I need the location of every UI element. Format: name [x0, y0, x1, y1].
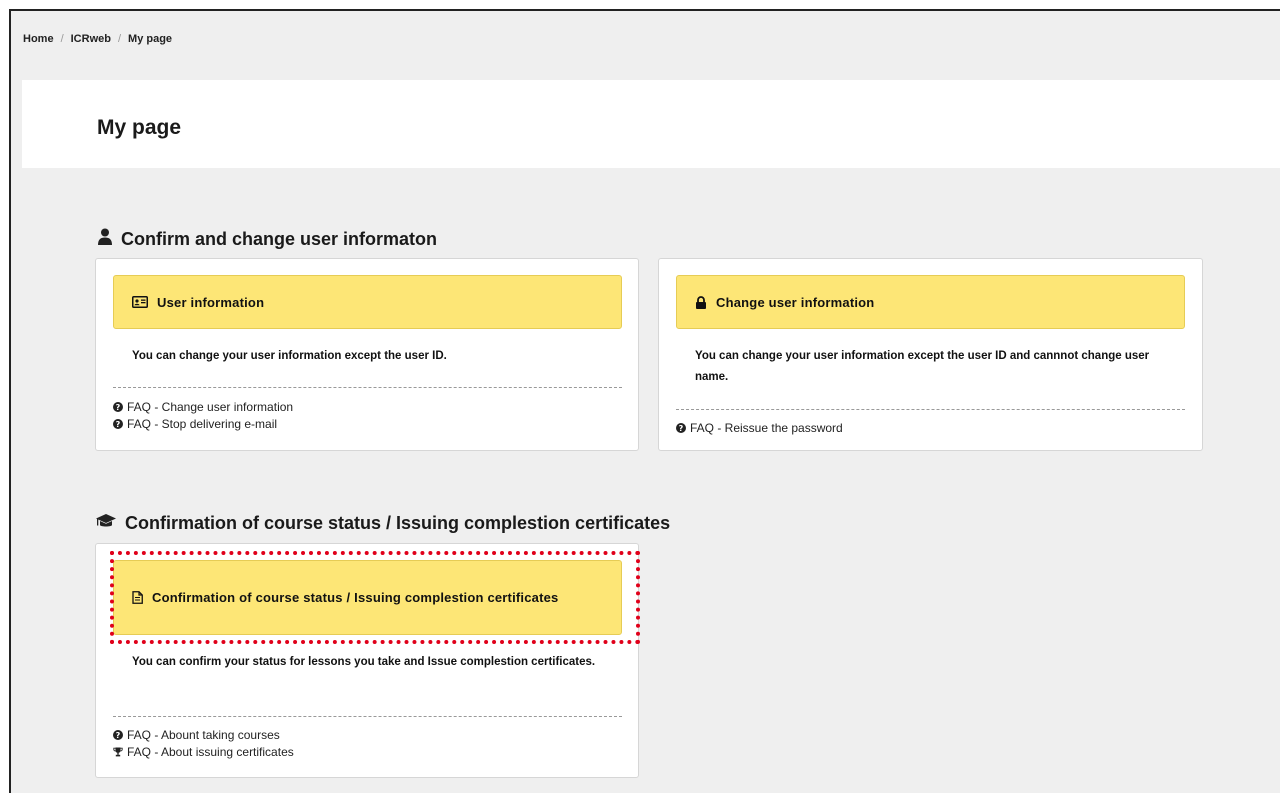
card-user-information: User information You can change your use… [95, 258, 639, 451]
card-course-status: Confirmation of course status / Issuing … [95, 543, 639, 778]
card-change-user-information: Change user information You can change y… [658, 258, 1203, 451]
page-frame: Home / ICRweb / My page My page Confirm … [9, 9, 1280, 793]
card-divider [113, 716, 622, 717]
breadcrumb-separator: / [117, 33, 122, 45]
course-status-button[interactable]: Confirmation of course status / Issuing … [113, 560, 622, 635]
course-status-title: Confirmation of course status / Issuing … [152, 589, 559, 605]
breadcrumb-icrweb[interactable]: ICRweb [71, 33, 111, 45]
breadcrumb-home[interactable]: Home [23, 33, 54, 45]
course-status-description: You can confirm your status for lessons … [132, 656, 596, 668]
faq-link-text: FAQ - Stop delivering e-mail [127, 416, 278, 431]
faq-link-text: FAQ - About issuing certificates [127, 744, 294, 759]
faq-link-text: FAQ - Change user information [127, 399, 294, 414]
faq-link-text: FAQ - Reissue the password [690, 420, 843, 435]
faq-list: ? FAQ - Reissue the password [676, 419, 843, 436]
section-heading-user-info: Confirm and change user informaton [97, 228, 437, 250]
trophy-icon [113, 747, 123, 757]
user-icon [97, 228, 121, 250]
faq-list: ? FAQ - Change user information ? FAQ - … [113, 398, 293, 432]
svg-text:?: ? [116, 731, 121, 740]
id-card-icon [132, 296, 148, 308]
faq-list: ? FAQ - Abount taking courses FAQ - Abou… [113, 726, 294, 760]
change-user-information-button[interactable]: Change user information [676, 275, 1185, 329]
card-divider [113, 387, 622, 388]
title-bar: My page [22, 80, 1280, 168]
breadcrumb-separator: / [60, 33, 64, 45]
document-icon [132, 590, 143, 604]
graduation-cap-icon [95, 513, 125, 534]
faq-link-about-issuing-certificates[interactable]: FAQ - About issuing certificates [113, 743, 294, 760]
section-heading-text: Confirm and change user informaton [121, 228, 438, 249]
faq-link-reissue-password[interactable]: ? FAQ - Reissue the password [676, 419, 843, 436]
svg-text:?: ? [116, 403, 121, 412]
page-title: My page [97, 116, 182, 139]
faq-link-about-taking-courses[interactable]: ? FAQ - Abount taking courses [113, 726, 294, 743]
svg-text:?: ? [679, 424, 684, 433]
change-user-information-description: You can change your user information exc… [695, 350, 1150, 383]
user-information-button[interactable]: User information [113, 275, 622, 329]
user-information-title: User information [157, 294, 265, 310]
faq-link-change-user-information[interactable]: ? FAQ - Change user information [113, 398, 293, 415]
question-circle-icon: ? [113, 401, 123, 412]
lock-icon [695, 295, 707, 309]
user-information-description: You can change your user information exc… [132, 350, 447, 362]
question-circle-icon: ? [113, 418, 123, 429]
svg-text:?: ? [116, 420, 121, 429]
breadcrumb: Home / ICRweb / My page [23, 33, 172, 45]
course-status-title-wrap: Confirmation of course status / Issuing … [132, 587, 559, 609]
faq-link-text: FAQ - Abount taking courses [127, 727, 280, 742]
question-circle-icon: ? [676, 422, 686, 433]
change-user-information-title: Change user information [716, 294, 875, 310]
faq-link-stop-delivering-email[interactable]: ? FAQ - Stop delivering e-mail [113, 415, 293, 432]
section-heading-text: Confirmation of course status / Issuing … [125, 513, 671, 533]
question-circle-icon: ? [113, 729, 123, 740]
breadcrumb-current: My page [128, 33, 173, 45]
section-heading-course-status: Confirmation of course status / Issuing … [95, 513, 670, 534]
card-divider [676, 409, 1185, 410]
